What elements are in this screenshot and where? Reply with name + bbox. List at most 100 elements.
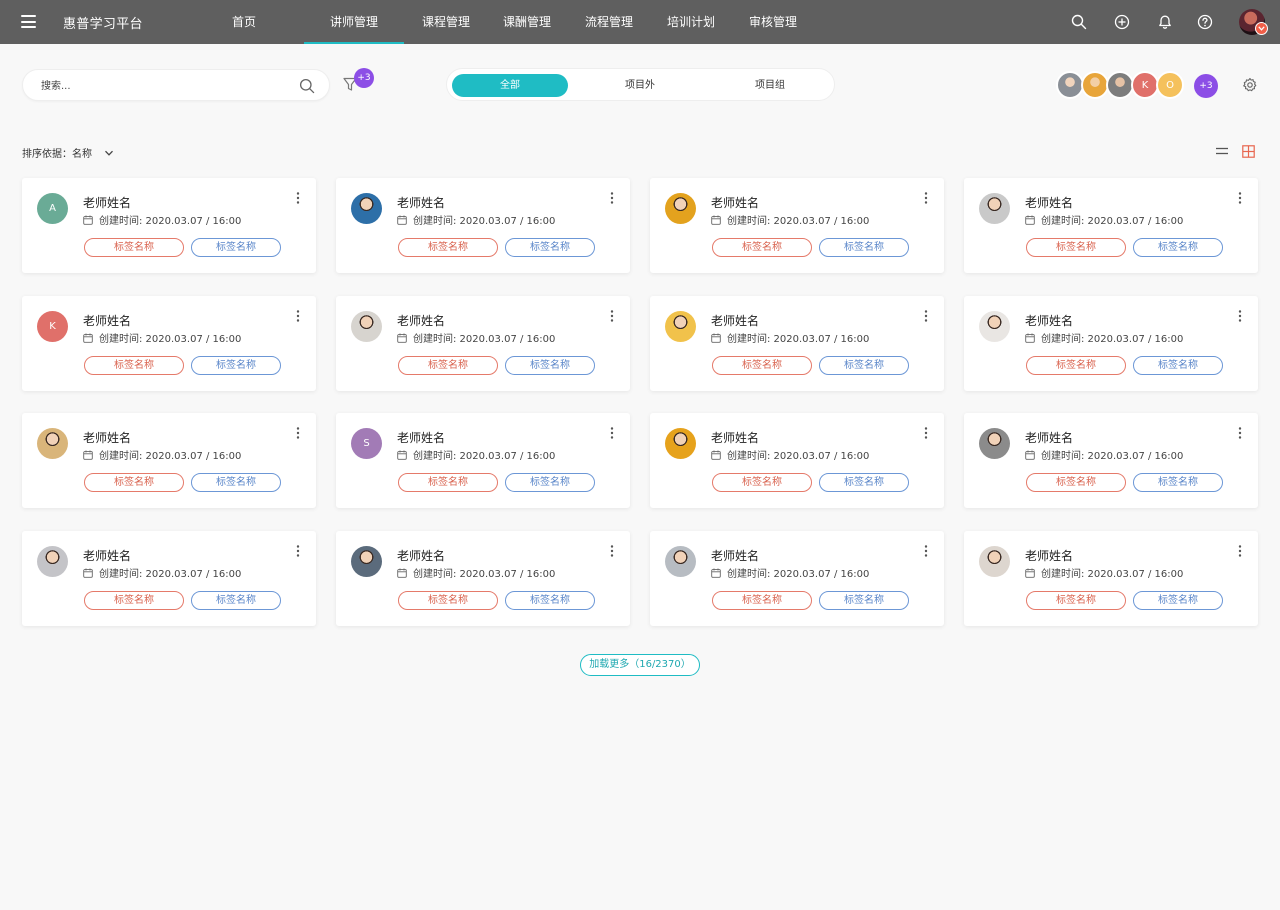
- more-vertical-icon[interactable]: [1236, 309, 1244, 323]
- tag-blue[interactable]: 标签名称: [1133, 238, 1223, 257]
- sort-dropdown[interactable]: 排序依据： 名称: [22, 145, 114, 160]
- nav-lecturer-management[interactable]: 讲师管理: [304, 0, 404, 44]
- tag-red[interactable]: 标签名称: [398, 356, 498, 375]
- tag-red[interactable]: 标签名称: [398, 238, 498, 257]
- more-vertical-icon[interactable]: [294, 426, 302, 440]
- more-vertical-icon[interactable]: [922, 191, 930, 205]
- search-icon[interactable]: [1071, 14, 1087, 30]
- lecturer-card[interactable]: 老师姓名 创建时间: 2020.03.07 / 16:00 标签名称 标签名称: [650, 296, 944, 391]
- lecturer-card[interactable]: A 老师姓名 创建时间: 2020.03.07 / 16:00 标签名称 标签名称: [22, 178, 316, 273]
- list-view-icon[interactable]: [1215, 145, 1229, 157]
- tag-red[interactable]: 标签名称: [398, 591, 498, 610]
- tag-blue[interactable]: 标签名称: [505, 238, 595, 257]
- tag-blue[interactable]: 标签名称: [191, 356, 281, 375]
- segment-all[interactable]: 全部: [452, 74, 568, 97]
- lecturer-name: 老师姓名: [83, 196, 132, 210]
- segment-project-group[interactable]: 项目组: [712, 74, 828, 97]
- tag-blue[interactable]: 标签名称: [1133, 473, 1223, 492]
- more-vertical-icon[interactable]: [608, 544, 616, 558]
- bell-icon[interactable]: [1157, 14, 1173, 30]
- nav-home[interactable]: 首页: [212, 0, 276, 44]
- calendar-icon: [711, 568, 721, 578]
- tag-red[interactable]: 标签名称: [712, 238, 812, 257]
- help-icon[interactable]: [1197, 14, 1213, 30]
- tag-red[interactable]: 标签名称: [84, 473, 184, 492]
- more-vertical-icon[interactable]: [608, 426, 616, 440]
- tag-red[interactable]: 标签名称: [712, 356, 812, 375]
- calendar-icon: [83, 450, 93, 460]
- nav-training-plan[interactable]: 培训计划: [661, 0, 721, 44]
- search-input[interactable]: [41, 76, 291, 96]
- lecturer-card[interactable]: 老师姓名 创建时间: 2020.03.07 / 16:00 标签名称 标签名称: [336, 296, 630, 391]
- search-icon[interactable]: [299, 78, 315, 94]
- lecturer-card[interactable]: 老师姓名 创建时间: 2020.03.07 / 16:00 标签名称 标签名称: [650, 178, 944, 273]
- created-time: 创建时间: 2020.03.07 / 16:00: [413, 569, 556, 580]
- tag-red[interactable]: 标签名称: [84, 591, 184, 610]
- tag-red[interactable]: 标签名称: [1026, 356, 1126, 375]
- lecturer-card[interactable]: 老师姓名 创建时间: 2020.03.07 / 16:00 标签名称 标签名称: [650, 531, 944, 626]
- lecturer-name: 老师姓名: [83, 431, 132, 445]
- tag-red[interactable]: 标签名称: [398, 473, 498, 492]
- nav-review-management[interactable]: 审核管理: [743, 0, 803, 44]
- tag-blue[interactable]: 标签名称: [505, 356, 595, 375]
- tag-blue[interactable]: 标签名称: [819, 238, 909, 257]
- more-vertical-icon[interactable]: [922, 426, 930, 440]
- lecturer-avatar: [665, 311, 696, 342]
- more-vertical-icon[interactable]: [294, 544, 302, 558]
- lecturer-card[interactable]: 老师姓名创建时间: 2020.03.07 / 16:00 标签名称 标签名称: [22, 413, 316, 508]
- more-vertical-icon[interactable]: [294, 191, 302, 205]
- lecturer-card[interactable]: 老师姓名 创建时间: 2020.03.07 / 16:00 标签名称 标签名称: [964, 413, 1258, 508]
- lecturer-card[interactable]: 老师姓名 创建时间: 2020.03.07 / 16:00 标签名称 标签名称: [964, 531, 1258, 626]
- member-avatar[interactable]: [1106, 71, 1134, 99]
- lecturer-card[interactable]: 老师姓名 创建时间: 2020.03.07 / 16:00 标签名称 标签名称: [964, 178, 1258, 273]
- grid-view-icon[interactable]: [1242, 145, 1255, 158]
- more-vertical-icon[interactable]: [294, 309, 302, 323]
- tag-blue[interactable]: 标签名称: [191, 591, 281, 610]
- lecturer-card[interactable]: 老师姓名 创建时间: 2020.03.07 / 16:00 标签名称 标签名称: [336, 178, 630, 273]
- tag-blue[interactable]: 标签名称: [1133, 356, 1223, 375]
- tag-blue[interactable]: 标签名称: [191, 238, 281, 257]
- more-vertical-icon[interactable]: [1236, 191, 1244, 205]
- member-avatar[interactable]: O: [1156, 71, 1184, 99]
- user-avatar[interactable]: [1239, 9, 1268, 35]
- tag-red[interactable]: 标签名称: [712, 591, 812, 610]
- tag-blue[interactable]: 标签名称: [819, 356, 909, 375]
- segment-outside-project[interactable]: 项目外: [582, 74, 698, 97]
- more-vertical-icon[interactable]: [608, 309, 616, 323]
- nav-process-management[interactable]: 流程管理: [579, 0, 639, 44]
- lecturer-card[interactable]: K 老师姓名 创建时间: 2020.03.07 / 16:00 标签名称 标签名称: [22, 296, 316, 391]
- more-members-badge[interactable]: +3: [1194, 74, 1218, 98]
- more-vertical-icon[interactable]: [1236, 544, 1244, 558]
- member-avatar[interactable]: [1081, 71, 1109, 99]
- member-avatar[interactable]: [1056, 71, 1084, 99]
- lecturer-card[interactable]: S 老师姓名 创建时间: 2020.03.07 / 16:00 标签名称 标签名称: [336, 413, 630, 508]
- nav-course-management[interactable]: 课程管理: [416, 0, 476, 44]
- tag-blue[interactable]: 标签名称: [505, 473, 595, 492]
- more-vertical-icon[interactable]: [922, 544, 930, 558]
- tag-red[interactable]: 标签名称: [1026, 238, 1126, 257]
- more-vertical-icon[interactable]: [608, 191, 616, 205]
- lecturer-card[interactable]: 老师姓名 创建时间: 2020.03.07 / 16:00 标签名称 标签名称: [336, 531, 630, 626]
- nav-fee-management[interactable]: 课酬管理: [497, 0, 557, 44]
- tag-blue[interactable]: 标签名称: [505, 591, 595, 610]
- member-avatar[interactable]: K: [1131, 71, 1159, 99]
- more-vertical-icon[interactable]: [1236, 426, 1244, 440]
- plus-circle-icon[interactable]: [1114, 14, 1130, 30]
- tag-blue[interactable]: 标签名称: [191, 473, 281, 492]
- tag-blue[interactable]: 标签名称: [1133, 591, 1223, 610]
- tag-red[interactable]: 标签名称: [84, 238, 184, 257]
- tag-red[interactable]: 标签名称: [1026, 591, 1126, 610]
- load-more-button[interactable]: 加载更多（16/2370）: [580, 654, 700, 676]
- tag-blue[interactable]: 标签名称: [819, 591, 909, 610]
- lecturer-card[interactable]: 老师姓名 创建时间: 2020.03.07 / 16:00 标签名称 标签名称: [22, 531, 316, 626]
- gear-icon[interactable]: [1242, 77, 1258, 93]
- menu-icon[interactable]: [21, 15, 36, 28]
- tag-blue[interactable]: 标签名称: [819, 473, 909, 492]
- created-time-row: 创建时间: 2020.03.07 / 16:00: [83, 447, 241, 462]
- more-vertical-icon[interactable]: [922, 309, 930, 323]
- tag-red[interactable]: 标签名称: [84, 356, 184, 375]
- tag-red[interactable]: 标签名称: [1026, 473, 1126, 492]
- tag-red[interactable]: 标签名称: [712, 473, 812, 492]
- lecturer-card[interactable]: 老师姓名 创建时间: 2020.03.07 / 16:00 标签名称 标签名称: [650, 413, 944, 508]
- lecturer-card[interactable]: 老师姓名 创建时间: 2020.03.07 / 16:00 标签名称 标签名称: [964, 296, 1258, 391]
